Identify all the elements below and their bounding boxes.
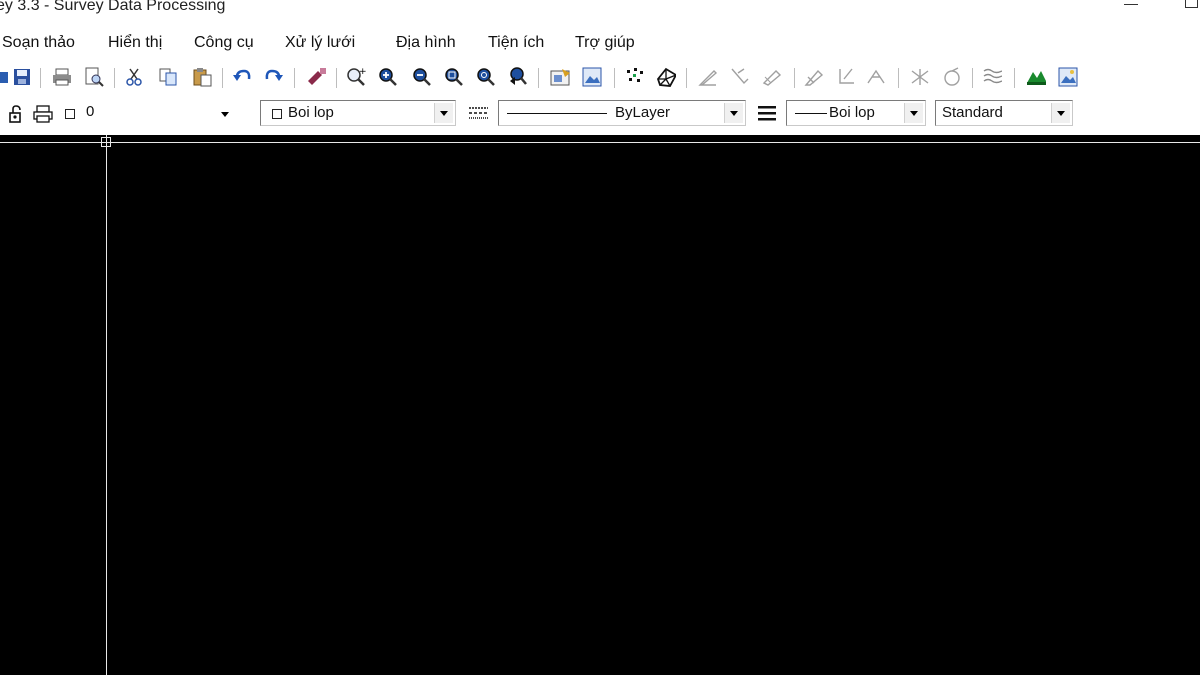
window-title: ey 3.3 - Survey Data Processing	[0, 0, 226, 14]
minimize-icon[interactable]	[1124, 0, 1140, 10]
lineweight-icon[interactable]	[757, 103, 777, 123]
drawing-canvas[interactable]	[0, 135, 1200, 675]
pen-1-icon[interactable]	[698, 67, 718, 87]
layer-dropdown-icon[interactable]	[216, 104, 234, 124]
layer-lock-icon[interactable]	[6, 104, 26, 124]
points-icon[interactable]	[624, 67, 644, 87]
menu-hien-thi[interactable]: Hiển thị	[108, 34, 162, 52]
zoom-in-icon[interactable]	[378, 67, 398, 87]
menu-dia-hinh[interactable]: Địa hình	[396, 34, 456, 52]
picture-icon[interactable]	[1058, 67, 1078, 87]
layer-color-swatch	[65, 109, 75, 119]
open-icon[interactable]	[0, 67, 12, 87]
lineweight-value: Boi lop	[829, 104, 875, 121]
menu-tien-ich[interactable]: Tiện ích	[488, 34, 544, 52]
properties-icon[interactable]	[550, 67, 570, 87]
svg-text:+: +	[359, 67, 366, 77]
color-value: Boi lop	[288, 104, 334, 121]
linetype-preview	[507, 113, 607, 114]
menu-tro-giup[interactable]: Trợ giúp	[575, 34, 635, 52]
color-dropdown-icon[interactable]	[434, 103, 453, 123]
menu-bar: Soạn thảo Hiển thị Công cụ Xử lý lưới Đị…	[0, 30, 1200, 58]
save-icon[interactable]	[12, 67, 32, 87]
layer-value: 0	[86, 103, 95, 120]
color-swatch	[272, 109, 282, 119]
menu-soan-thao[interactable]: Soạn thảo	[2, 34, 75, 52]
undo-icon[interactable]	[232, 67, 252, 87]
lineweight-dropdown-icon[interactable]	[904, 103, 923, 123]
surface-icon[interactable]	[656, 67, 676, 87]
linetype-combo[interactable]: ByLayer	[498, 100, 746, 126]
zoom-all-icon[interactable]	[476, 67, 496, 87]
linetype-manager-icon[interactable]	[468, 103, 488, 123]
pen-3-icon[interactable]	[762, 67, 782, 87]
image-icon[interactable]	[582, 67, 602, 87]
print-preview-icon[interactable]	[84, 67, 104, 87]
redo-icon[interactable]	[264, 67, 284, 87]
print-icon[interactable]	[52, 67, 72, 87]
title-bar: ey 3.3 - Survey Data Processing	[0, 0, 1200, 22]
style-combo[interactable]: Standard	[935, 100, 1073, 126]
color-combo[interactable]: Boi lop	[260, 100, 456, 126]
pen-5-icon[interactable]	[836, 67, 856, 87]
layer-plot-icon[interactable]	[33, 104, 53, 124]
match-properties-icon[interactable]	[306, 67, 326, 87]
crosshair-vertical	[106, 135, 107, 675]
style-value: Standard	[942, 104, 1003, 121]
style-dropdown-icon[interactable]	[1051, 103, 1070, 123]
zoom-out-icon[interactable]	[412, 67, 432, 87]
zoom-realtime-icon[interactable]: +	[346, 67, 366, 87]
standard-toolbar: +	[0, 62, 1200, 94]
lineweight-preview	[795, 113, 827, 114]
copy-icon[interactable]	[158, 67, 178, 87]
pen-8-icon[interactable]	[942, 67, 962, 87]
layer-combo[interactable]: 0	[60, 100, 238, 126]
zoom-previous-icon[interactable]	[508, 67, 528, 87]
pen-2-icon[interactable]	[730, 67, 750, 87]
zoom-window-icon[interactable]	[444, 67, 464, 87]
contour-icon[interactable]	[982, 67, 1002, 87]
cursor-pickbox	[101, 137, 111, 147]
menu-xu-ly-luoi[interactable]: Xử lý lưới	[285, 34, 355, 52]
linetype-dropdown-icon[interactable]	[724, 103, 743, 123]
pen-7-icon[interactable]	[910, 67, 930, 87]
lineweight-combo[interactable]: Boi lop	[786, 100, 926, 126]
properties-toolbar: 0 Boi lop ByLayer Boi lop Standard	[0, 97, 1200, 133]
crosshair-horizontal	[0, 142, 1200, 143]
terrain-icon[interactable]	[1026, 67, 1046, 87]
paste-icon[interactable]	[192, 67, 212, 87]
pen-4-icon[interactable]	[804, 67, 824, 87]
cut-icon[interactable]	[124, 67, 144, 87]
maximize-icon[interactable]	[1185, 0, 1198, 8]
menu-cong-cu[interactable]: Công cụ	[194, 34, 254, 52]
pen-6-icon[interactable]	[866, 67, 886, 87]
linetype-value: ByLayer	[615, 104, 671, 121]
